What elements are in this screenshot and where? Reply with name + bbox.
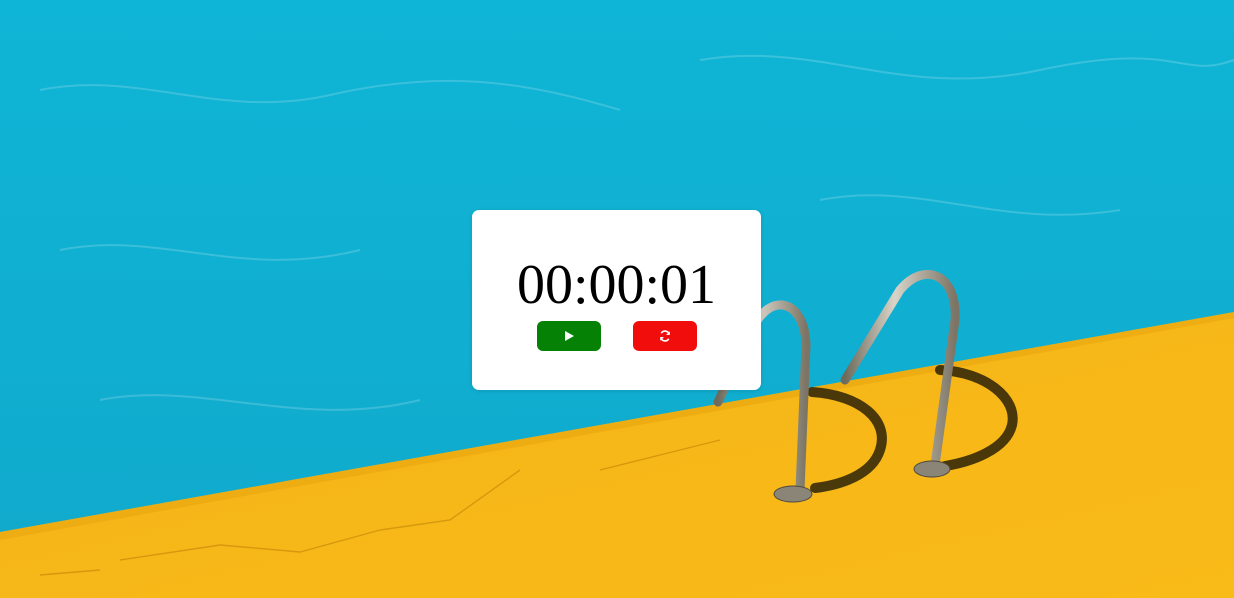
start-button[interactable] <box>537 321 601 351</box>
timer-card: 00:00:01 <box>472 210 761 390</box>
reset-button[interactable] <box>633 321 697 351</box>
play-icon <box>565 331 574 341</box>
refresh-icon <box>660 330 670 342</box>
timer-display: 00:00:01 <box>516 254 717 316</box>
page: 00:00:01 <box>0 0 1234 598</box>
